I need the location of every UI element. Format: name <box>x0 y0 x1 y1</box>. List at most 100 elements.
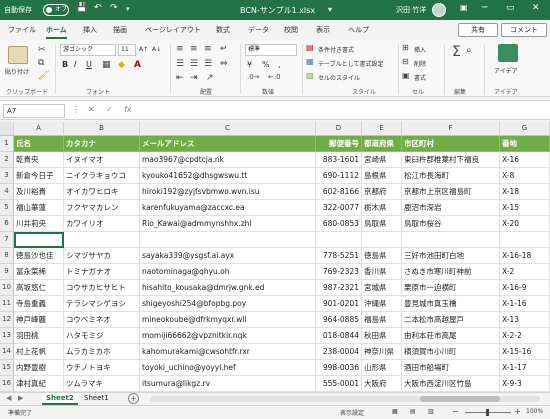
cell-email[interactable]: toyoki_uchino@yoyyl.hef <box>140 360 316 376</box>
row-header[interactable]: 7 <box>0 232 14 248</box>
column-header-b[interactable]: B <box>64 122 140 136</box>
cell-postal[interactable]: 769-2323 <box>316 264 362 280</box>
row-header[interactable]: 10 <box>0 280 14 296</box>
prev-sheet-icon[interactable]: ◀ <box>6 394 11 402</box>
cell-kana[interactable] <box>64 232 140 248</box>
cell-postal[interactable]: 883-1601 <box>316 152 362 168</box>
row-header[interactable]: 15 <box>0 360 14 376</box>
cell-name[interactable]: 乾貴央 <box>14 152 64 168</box>
cell-name[interactable]: 寺島重義 <box>14 296 64 312</box>
row-header[interactable]: 11 <box>0 296 14 312</box>
title-dropdown-icon[interactable]: ▾ <box>328 5 332 14</box>
cell-kana[interactable]: ニイクラキョウコ <box>64 168 140 184</box>
cell-email[interactable]: sayaka339@ysgsf.ai.ayx <box>140 248 316 264</box>
cell-address[interactable]: X-18 <box>500 184 550 200</box>
comma-button[interactable]: , <box>278 60 281 69</box>
decrease-decimal-icon[interactable]: ←.0 <box>268 73 281 81</box>
zoom-in-button[interactable]: + <box>514 407 521 416</box>
tab-formulas[interactable]: 数式 <box>216 25 230 35</box>
cell-address[interactable]: X-15 <box>500 200 550 216</box>
row-header[interactable]: 2 <box>0 152 14 168</box>
cell-postal[interactable]: 690-1112 <box>316 168 362 184</box>
cell-prefecture[interactable]: 京都府 <box>362 184 402 200</box>
column-header-c[interactable]: C <box>140 122 316 136</box>
cell-prefecture[interactable]: 沖縄県 <box>362 296 402 312</box>
tab-help[interactable]: ヘルプ <box>348 25 369 35</box>
align-middle-icon[interactable]: ≡ <box>190 44 198 54</box>
cell-prefecture[interactable]: 福島県 <box>362 312 402 328</box>
cell-address[interactable]: X-20 <box>500 216 550 232</box>
share-button[interactable]: 共有 <box>458 23 498 37</box>
increase-font-button[interactable]: A↑ <box>139 46 148 53</box>
row-header[interactable]: 16 <box>0 376 14 392</box>
cell-city[interactable]: 大阪市西淀川区竹島 <box>402 376 500 392</box>
align-center-icon[interactable]: ☰ <box>190 59 198 69</box>
cell-kana[interactable]: ツムラマキ <box>64 376 140 392</box>
cell-prefecture[interactable]: 秋田県 <box>362 328 402 344</box>
cell-name[interactable]: 冨永菜稀 <box>14 264 64 280</box>
cell-prefecture[interactable]: 宮崎県 <box>362 152 402 168</box>
tab-data[interactable]: データ <box>248 25 269 35</box>
cell-prefecture[interactable] <box>362 232 402 248</box>
cell-postal[interactable]: 998-0036 <box>316 360 362 376</box>
row-header[interactable]: 5 <box>0 200 14 216</box>
cell-prefecture[interactable]: 宮城県 <box>362 280 402 296</box>
underline-button[interactable]: U <box>86 60 92 69</box>
avatar[interactable] <box>432 3 446 17</box>
cell-kana[interactable]: シマヅサヤカ <box>64 248 140 264</box>
cell-kana[interactable]: ハタモミジ <box>64 328 140 344</box>
cell-prefecture[interactable]: 栃木県 <box>362 200 402 216</box>
cell-city[interactable]: 鹿沼市深岩 <box>402 200 500 216</box>
cell-prefecture[interactable]: 島根県 <box>362 168 402 184</box>
align-top-icon[interactable]: ≡ <box>176 44 184 54</box>
cell-kana[interactable]: フクヤマカレン <box>64 200 140 216</box>
cell-styles-button[interactable]: セルのスタイル <box>318 73 360 82</box>
cell-kana[interactable]: カタカナ <box>64 136 140 152</box>
cell-city[interactable]: 横須賀市小川町 <box>402 344 500 360</box>
cell-postal[interactable]: 987-2321 <box>316 280 362 296</box>
copy-icon[interactable]: ⧉ <box>38 58 44 68</box>
currency-button[interactable]: ¥ <box>247 60 252 69</box>
ribbon-display-options-icon[interactable]: ▣ <box>460 3 468 12</box>
tab-view[interactable]: 表示 <box>316 25 330 35</box>
next-sheet-icon[interactable]: ▶ <box>18 394 23 402</box>
normal-view-icon[interactable]: ▦ <box>392 408 398 415</box>
restore-icon[interactable]: ▭ <box>506 3 515 13</box>
cell-address[interactable]: X-2 <box>500 264 550 280</box>
cell-postal[interactable]: 778-5251 <box>316 248 362 264</box>
column-header-g[interactable]: G <box>500 122 550 136</box>
redo-icon[interactable]: ↷ <box>110 3 118 13</box>
cell-name[interactable]: 津村真紀 <box>14 376 64 392</box>
cell-address[interactable]: X-16-18 <box>500 248 550 264</box>
font-color-icon[interactable]: A <box>134 60 141 70</box>
search-icon[interactable]: ⌕ <box>466 45 472 56</box>
insert-cells-icon[interactable]: ⊞ <box>402 43 409 52</box>
cell-kana[interactable]: ムラカミカホ <box>64 344 140 360</box>
autosum-icon[interactable]: Σ <box>452 44 461 60</box>
cell-city[interactable]: 由利本荘市高尾 <box>402 328 500 344</box>
ideas-button[interactable]: アイデア <box>494 66 518 75</box>
cell-city[interactable] <box>402 232 500 248</box>
tab-draw[interactable]: 描画 <box>113 25 127 35</box>
cell-email[interactable]: kyouko41652@dhsgwswu.tt <box>140 168 316 184</box>
zoom-slider-handle[interactable] <box>486 409 489 416</box>
cell-kana[interactable]: イヌイマオ <box>64 152 140 168</box>
comment-button[interactable]: コメント <box>501 23 547 37</box>
cell-name[interactable]: 村上花帆 <box>14 344 64 360</box>
paste-button[interactable]: 貼り付け <box>5 67 29 76</box>
column-header-e[interactable]: E <box>362 122 402 136</box>
cell-postal[interactable] <box>316 232 362 248</box>
orientation-icon[interactable]: ↗ <box>206 73 214 83</box>
delete-cells-icon[interactable]: ⊟ <box>402 57 409 66</box>
minimize-icon[interactable]: ─ <box>482 3 487 13</box>
cell-kana[interactable]: コウサカヒサヒト <box>64 280 140 296</box>
row-header[interactable]: 8 <box>0 248 14 264</box>
cell-city[interactable]: 松江市長海町 <box>402 168 500 184</box>
align-bottom-icon[interactable]: ≡ <box>204 44 212 54</box>
cell-postal[interactable]: 901-0201 <box>316 296 362 312</box>
cell-postal[interactable]: 322-0077 <box>316 200 362 216</box>
font-size-select[interactable]: 11 <box>118 44 136 56</box>
row-header[interactable]: 14 <box>0 344 14 360</box>
page-break-view-icon[interactable]: ▥ <box>428 408 434 415</box>
format-cells-button[interactable]: 書式 <box>414 73 426 82</box>
